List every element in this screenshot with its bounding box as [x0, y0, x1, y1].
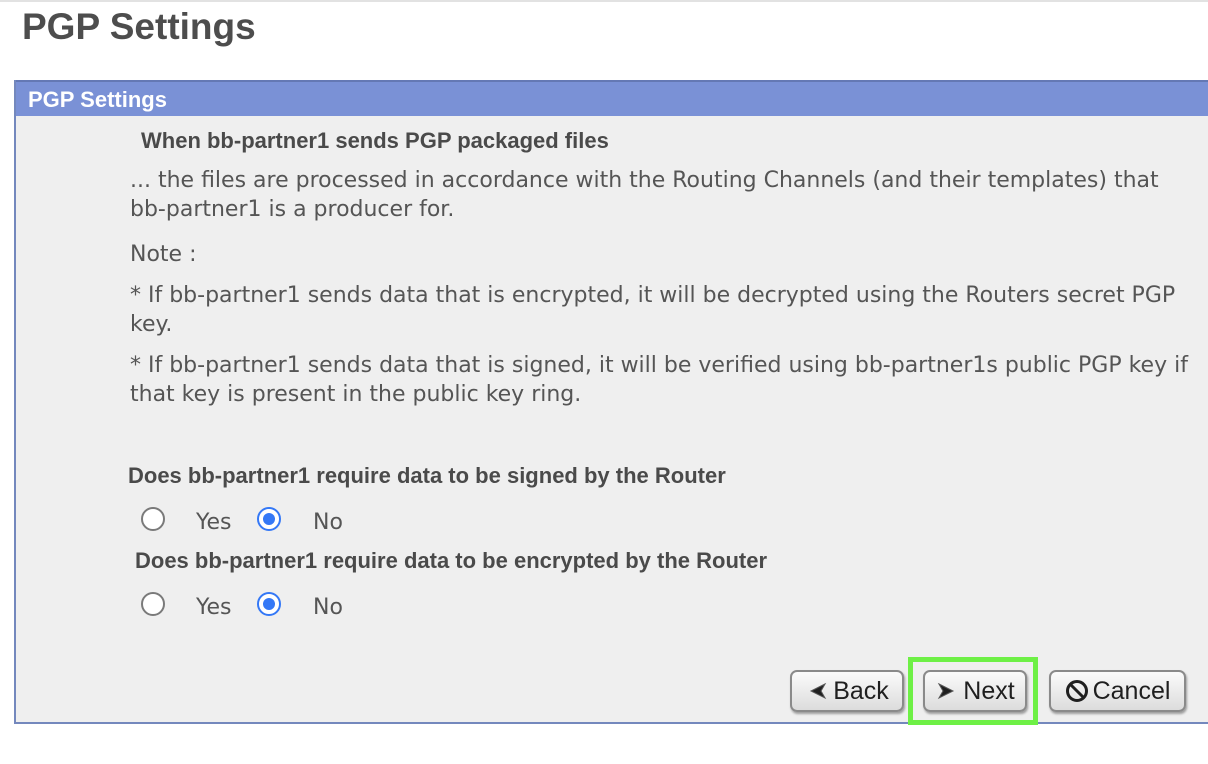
cancel-button-label: Cancel [1092, 676, 1171, 705]
note-encrypted-text: * If bb-partner1 sends data that is encr… [130, 283, 1176, 337]
signed-yes-label[interactable]: Yes [196, 509, 232, 537]
signed-yes-radio[interactable] [141, 507, 165, 531]
panel-header: PGP Settings [16, 80, 1208, 116]
encrypted-no-label[interactable]: No [313, 594, 343, 622]
back-arrow-icon [805, 679, 829, 703]
signed-no-radio[interactable] [257, 507, 281, 531]
encrypted-question-label: Does bb-partner1 require data to be encr… [135, 548, 768, 573]
encrypted-yes-radio[interactable] [141, 592, 165, 616]
cancel-icon [1065, 679, 1089, 703]
page-title: PGP Settings [22, 6, 256, 47]
back-button-label: Back [833, 676, 889, 705]
encrypted-no-radio[interactable] [257, 592, 281, 616]
panel-header-title: PGP Settings [28, 87, 167, 112]
note-label: Note : [130, 242, 197, 267]
back-button[interactable]: Back [790, 670, 904, 712]
cancel-button[interactable]: Cancel [1049, 670, 1186, 712]
signed-no-label[interactable]: No [313, 509, 343, 537]
description-text: ... the files are processed in accordanc… [130, 168, 1159, 222]
signed-question-label: Does bb-partner1 require data to be sign… [128, 463, 726, 488]
encrypted-yes-label[interactable]: Yes [196, 594, 232, 622]
section-heading: When bb-partner1 sends PGP packaged file… [141, 128, 609, 153]
pgp-settings-panel: PGP Settings When bb-partner1 sends PGP … [14, 80, 1208, 724]
next-button-highlight [908, 657, 1038, 725]
note-signed-text: * If bb-partner1 sends data that is sign… [130, 353, 1188, 407]
